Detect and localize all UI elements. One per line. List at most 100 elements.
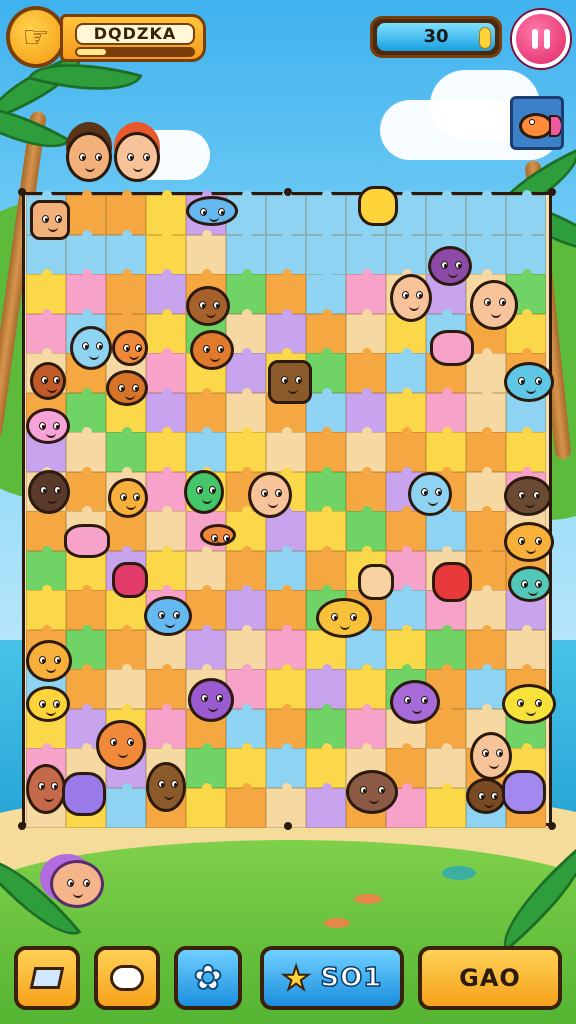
ufo-piece[interactable] [390, 680, 440, 724]
pause-button[interactable] [512, 10, 570, 68]
hint-button[interactable] [94, 946, 160, 1010]
mouth [46, 668, 56, 673]
mouth [528, 591, 538, 596]
stone [442, 866, 476, 880]
fish-piece[interactable] [504, 522, 554, 562]
monster-piece[interactable] [428, 246, 472, 286]
eye [484, 298, 491, 306]
eye [42, 215, 49, 223]
eye [53, 422, 60, 430]
puzzle-tile[interactable] [426, 782, 466, 828]
eye [441, 261, 448, 269]
creature-piece[interactable] [144, 596, 192, 636]
back-button[interactable]: ☞ [6, 6, 66, 68]
mermaid-character [50, 860, 104, 908]
star-piece[interactable] [62, 772, 106, 816]
star-piece[interactable] [64, 524, 110, 558]
eye [54, 486, 61, 494]
eye [135, 344, 142, 352]
monster-piece[interactable] [184, 470, 224, 514]
creature-piece[interactable] [200, 524, 236, 546]
mouth [48, 227, 58, 232]
star-piece[interactable] [432, 562, 472, 602]
eye [213, 301, 220, 309]
puzzle-tile[interactable] [186, 782, 226, 828]
eye [499, 298, 506, 306]
girl-piece[interactable] [390, 274, 432, 322]
girl-piece[interactable] [248, 472, 292, 518]
mouth [525, 503, 535, 508]
creature-piece[interactable] [112, 330, 148, 366]
progress-fill [77, 49, 106, 55]
board-corner [548, 822, 556, 830]
pause-icon-bar [544, 29, 550, 49]
creature-piece[interactable] [186, 286, 230, 326]
star-piece[interactable] [502, 770, 546, 814]
creature-piece[interactable] [26, 764, 66, 814]
mouth [209, 217, 219, 222]
eye [127, 738, 134, 746]
eye [455, 261, 462, 269]
layers-button[interactable] [14, 946, 80, 1010]
bucket-piece[interactable] [268, 360, 312, 404]
eye [404, 696, 411, 704]
eye [158, 611, 165, 619]
mouth [44, 797, 54, 802]
creature-piece[interactable] [28, 470, 70, 514]
fish-avatar-icon[interactable] [510, 96, 564, 150]
eye [496, 749, 503, 757]
eye [491, 792, 498, 800]
creature-piece[interactable] [26, 640, 72, 682]
star-piece[interactable] [358, 564, 394, 600]
ufo-piece[interactable] [186, 196, 238, 226]
eye [482, 749, 489, 757]
creature-piece[interactable] [26, 408, 70, 444]
girl-piece[interactable] [470, 732, 512, 780]
creature-piece[interactable] [190, 330, 234, 370]
mouth [526, 389, 536, 394]
girl-piece[interactable] [70, 326, 112, 370]
mouth [118, 753, 128, 758]
girl-piece[interactable] [408, 472, 452, 516]
eye [216, 694, 223, 702]
creature-piece[interactable] [502, 684, 556, 724]
creature-piece[interactable] [30, 362, 66, 400]
creature-piece[interactable] [466, 778, 506, 814]
puzzle-tile[interactable] [106, 782, 146, 828]
mouth [526, 711, 536, 716]
creature-piece[interactable] [106, 370, 148, 406]
star-piece[interactable] [358, 186, 398, 226]
eye [51, 782, 58, 790]
creature-piece[interactable] [146, 762, 186, 812]
gear-icon: ✿ [193, 957, 223, 999]
board-corner [284, 188, 292, 196]
star-piece[interactable] [112, 562, 148, 598]
player-panel: DQDZKA [60, 14, 206, 62]
creature-piece[interactable] [316, 598, 372, 638]
mouth [126, 505, 136, 510]
creature-piece[interactable] [108, 478, 148, 518]
bird-piece[interactable] [504, 362, 554, 402]
layers-icon [29, 967, 65, 989]
puzzle-tile[interactable] [306, 782, 346, 828]
mouth [89, 355, 99, 360]
puzzle-tile[interactable] [226, 782, 266, 828]
board-corner [284, 822, 292, 830]
bird-piece[interactable] [508, 566, 552, 602]
robot-piece[interactable] [30, 200, 70, 240]
eye [118, 384, 125, 392]
girl-piece[interactable] [96, 720, 146, 770]
girl-piece[interactable] [470, 280, 518, 330]
creature-piece[interactable] [26, 686, 70, 722]
coins-button[interactable]: ★ SO1 [260, 946, 404, 1010]
go-button[interactable]: GAO [418, 946, 562, 1010]
mouth [47, 499, 57, 504]
settings-button[interactable]: ✿ [174, 946, 242, 1010]
mouth [268, 503, 278, 508]
creature-piece[interactable] [504, 476, 552, 516]
star-piece[interactable] [430, 330, 474, 366]
mouth [208, 707, 218, 712]
creature-piece[interactable] [346, 770, 398, 814]
monster-piece[interactable] [188, 678, 234, 722]
eye [518, 537, 525, 545]
